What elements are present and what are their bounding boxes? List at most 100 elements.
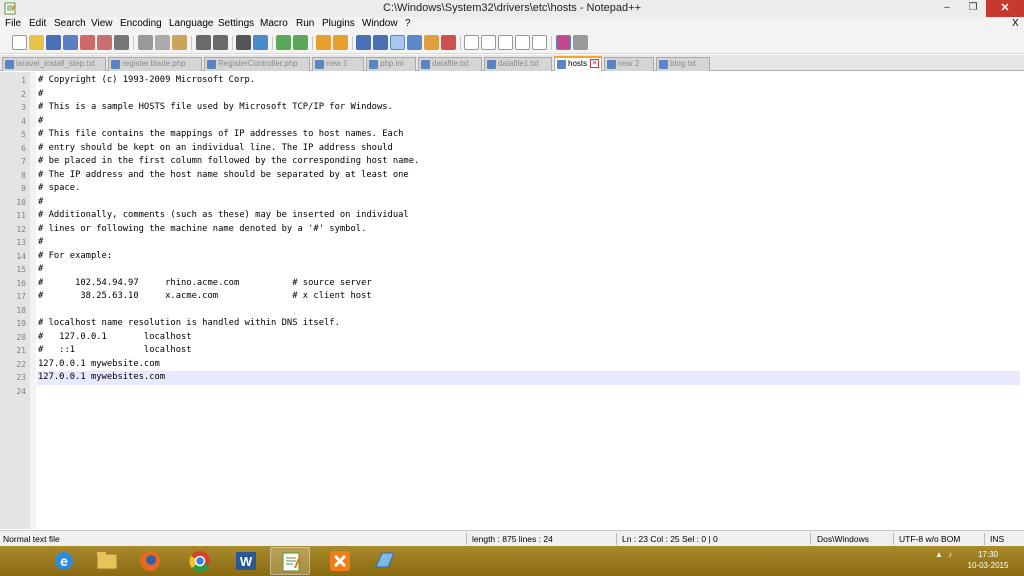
code-line[interactable]: #	[38, 88, 43, 102]
maximize-button[interactable]: ❐	[962, 0, 984, 17]
code-line[interactable]: # For example:	[38, 250, 112, 264]
record-macro-icon[interactable]	[464, 35, 479, 50]
xampp-icon[interactable]	[320, 547, 360, 575]
volume-icon[interactable]: ♪	[948, 550, 952, 559]
code-line[interactable]: # 38.25.63.10 x.acme.com # x client host	[38, 290, 372, 304]
network-icon[interactable]: ▲	[935, 550, 943, 559]
minimize-button[interactable]: –	[936, 0, 958, 17]
tab-new-2[interactable]: new 2	[604, 57, 654, 71]
tab-label: new 1	[326, 59, 348, 68]
code-line[interactable]: # The IP address and the host name shoul…	[38, 169, 409, 183]
tab-register-controller[interactable]: RegisterController.php	[204, 57, 310, 71]
sync-horizontal-icon[interactable]	[333, 35, 348, 50]
code-line[interactable]: # Copyright (c) 1993-2009 Microsoft Corp…	[38, 74, 255, 88]
fold-margin[interactable]	[30, 72, 36, 529]
replace-icon[interactable]	[253, 35, 268, 50]
close-all-icon[interactable]	[97, 35, 112, 50]
close-button[interactable]: ✕	[986, 0, 1024, 17]
menu-settings[interactable]: Settings	[218, 18, 254, 29]
function-list-icon[interactable]	[424, 35, 439, 50]
menu-plugins[interactable]: Plugins	[322, 18, 355, 29]
monitoring-icon[interactable]	[441, 35, 456, 50]
code-line[interactable]: 127.0.0.1 mywebsites.com	[38, 371, 165, 385]
code-line[interactable]: #	[38, 263, 43, 277]
new-file-icon[interactable]	[12, 35, 27, 50]
code-line[interactable]: # This is a sample HOSTS file used by Mi…	[38, 101, 393, 115]
find-icon[interactable]	[236, 35, 251, 50]
file-explorer-icon[interactable]	[87, 547, 127, 575]
menu-bar: File Edit Search View Encoding Language …	[0, 17, 1024, 32]
tab-datafile[interactable]: datafile.txt	[418, 57, 482, 71]
firefox-icon[interactable]	[130, 547, 170, 575]
save-icon[interactable]	[46, 35, 61, 50]
code-line[interactable]: #	[38, 115, 43, 129]
insert-mode-label[interactable]: INS	[990, 534, 1004, 544]
encoding-label[interactable]: UTF-8 w/o BOM	[899, 534, 960, 544]
code-line[interactable]: # Additionally, comments (such as these)…	[38, 209, 409, 223]
close-document-button[interactable]: X	[1012, 18, 1019, 29]
copy-icon[interactable]	[155, 35, 170, 50]
play-macro-icon[interactable]	[498, 35, 513, 50]
close-file-icon[interactable]	[80, 35, 95, 50]
zoom-in-icon[interactable]	[276, 35, 291, 50]
save-macro-icon[interactable]	[532, 35, 547, 50]
menu-macro[interactable]: Macro	[260, 18, 288, 29]
code-line[interactable]: # localhost name resolution is handled w…	[38, 317, 340, 331]
editor-area[interactable]: 1 # Copyright (c) 1993-2009 Microsoft Cor…	[0, 72, 1024, 529]
code-line[interactable]: # 102.54.94.97 rhino.acme.com # source s…	[38, 277, 372, 291]
indent-guide-icon[interactable]	[390, 35, 405, 50]
tab-new-1[interactable]: new 1	[312, 57, 364, 71]
code-line[interactable]: #	[38, 196, 43, 210]
code-line[interactable]: # This file contains the mappings of IP …	[38, 128, 403, 142]
word-wrap-icon[interactable]	[356, 35, 371, 50]
menu-run[interactable]: Run	[296, 18, 314, 29]
line-number: 14	[16, 251, 26, 261]
run-macro-multiple-icon[interactable]	[515, 35, 530, 50]
file-icon	[207, 60, 216, 69]
tab-hosts[interactable]: hosts ✕	[554, 56, 602, 71]
cut-icon[interactable]	[138, 35, 153, 50]
code-line[interactable]: # space.	[38, 182, 80, 196]
code-line[interactable]: # lines or following the machine name de…	[38, 223, 366, 237]
tab-close-icon[interactable]: ✕	[590, 59, 599, 68]
menu-edit[interactable]: Edit	[29, 18, 46, 29]
zoom-out-icon[interactable]	[293, 35, 308, 50]
code-line[interactable]: # entry should be kept on an individual …	[38, 142, 393, 156]
chrome-icon[interactable]	[180, 547, 220, 575]
code-line[interactable]: # be placed in the first column followed…	[38, 155, 419, 169]
notepad-icon[interactable]	[364, 547, 404, 575]
notepad-plus-plus-taskbar-icon[interactable]	[270, 547, 310, 575]
plugin-icon[interactable]	[573, 35, 588, 50]
word-icon[interactable]: W	[226, 547, 266, 575]
show-all-chars-icon[interactable]	[373, 35, 388, 50]
tab-datafile1[interactable]: datafile1.txt	[484, 57, 552, 71]
save-all-icon[interactable]	[63, 35, 78, 50]
stop-macro-icon[interactable]	[481, 35, 496, 50]
menu-search[interactable]: Search	[54, 18, 86, 29]
paste-icon[interactable]	[172, 35, 187, 50]
sync-vertical-icon[interactable]	[316, 35, 331, 50]
menu-file[interactable]: File	[5, 18, 21, 29]
menu-encoding[interactable]: Encoding	[120, 18, 162, 29]
print-icon[interactable]	[114, 35, 129, 50]
redo-icon[interactable]	[213, 35, 228, 50]
doc-map-icon[interactable]	[407, 35, 422, 50]
internet-explorer-icon[interactable]: e	[44, 547, 84, 575]
code-line[interactable]: 127.0.0.1 mywebsite.com	[38, 358, 160, 372]
code-line[interactable]: # 127.0.0.1 localhost	[38, 331, 192, 345]
menu-help[interactable]: ?	[405, 18, 411, 29]
eol-format-label[interactable]: Dos\Windows	[817, 534, 869, 544]
spell-check-icon[interactable]	[556, 35, 571, 50]
undo-icon[interactable]	[196, 35, 211, 50]
code-line[interactable]: # ::1 localhost	[38, 344, 192, 358]
tab-register-blade[interactable]: register.blade.php	[108, 57, 202, 71]
system-clock[interactable]: 17:30 10-03-2015	[960, 549, 1016, 571]
menu-language[interactable]: Language	[169, 18, 214, 29]
open-file-icon[interactable]	[29, 35, 44, 50]
tab-blog[interactable]: blog.txt	[656, 57, 710, 71]
menu-window[interactable]: Window	[362, 18, 398, 29]
tab-php-ini[interactable]: php.ini	[366, 57, 416, 71]
code-line[interactable]: #	[38, 236, 43, 250]
tab-laravel-install-step[interactable]: laravel_install_step.txt	[2, 57, 106, 71]
menu-view[interactable]: View	[91, 18, 113, 29]
